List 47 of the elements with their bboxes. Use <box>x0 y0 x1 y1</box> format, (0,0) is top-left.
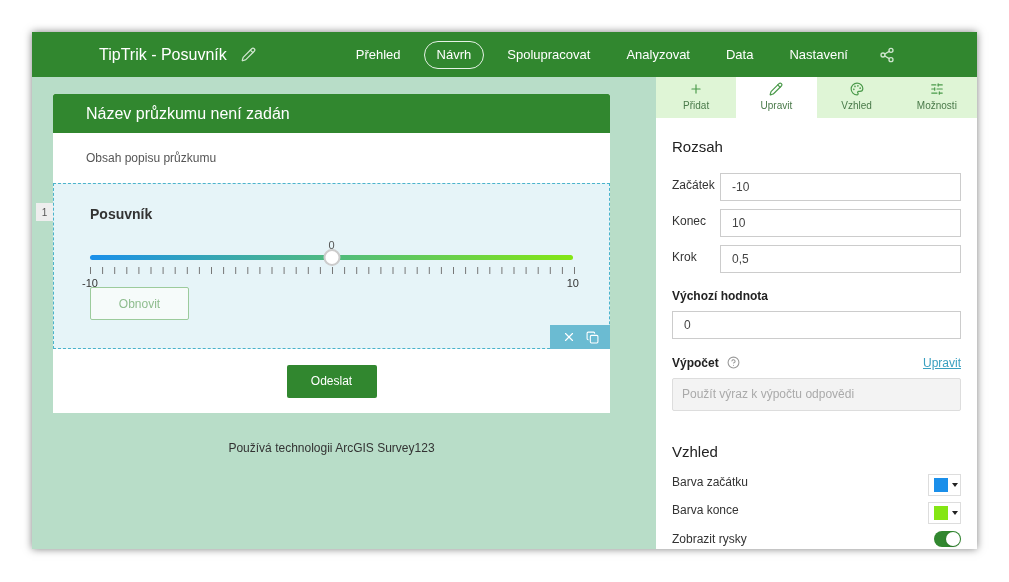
survey-title: Název průzkumu není zadán <box>86 103 290 124</box>
field-label: Výpočet <box>672 354 719 372</box>
input-field[interactable]: 0 <box>672 310 961 339</box>
range-heading: Rozsah <box>672 137 724 157</box>
palette-icon <box>849 82 864 96</box>
pencil-icon <box>769 82 784 96</box>
color-picker[interactable] <box>928 502 961 524</box>
input-field[interactable]: -10 <box>720 172 961 201</box>
panel-tab[interactable]: Vzhled <box>816 77 897 118</box>
footer-text: Používá technologii ArcGIS Survey123 <box>228 440 435 457</box>
field-label: Začátek <box>672 176 716 194</box>
slider-value: 0 <box>328 238 335 253</box>
nav-tab[interactable]: Nastavení <box>776 40 861 69</box>
panel-tab[interactable]: Přidat <box>656 77 737 118</box>
nav-tab[interactable]: Spolupracovat <box>494 40 604 69</box>
question-panel[interactable]: Posuvník 0 -10 10 Obnovit <box>53 183 610 349</box>
share-icon[interactable] <box>879 46 895 63</box>
caret-icon <box>952 483 958 487</box>
toggle-switch[interactable] <box>934 531 961 547</box>
question-number: 1 <box>36 203 53 221</box>
input-field[interactable]: 0,5 <box>720 244 961 273</box>
question-label: Posuvník <box>90 205 154 224</box>
appearance-heading: Vzhled <box>672 441 719 462</box>
survey-description: Obsah popisu průzkumu <box>86 150 217 167</box>
slider-thumb[interactable] <box>323 249 340 266</box>
color-picker[interactable] <box>928 474 961 496</box>
field-label: Barva konce <box>672 502 739 519</box>
slider-max-label: 10 <box>566 276 579 291</box>
input-field[interactable]: 10 <box>720 208 961 237</box>
app-title: TipTrik - Posuvník <box>99 44 227 65</box>
field-label: Konec <box>672 212 708 230</box>
copy-icon[interactable] <box>585 330 599 344</box>
nav-tab[interactable]: Přehled <box>342 40 414 69</box>
submit-button[interactable]: Odeslat <box>286 364 377 398</box>
field-label: Zobrazit rysky <box>672 531 747 548</box>
sliders-icon <box>929 82 944 96</box>
caret-icon <box>952 511 958 515</box>
nav-tab[interactable]: Data <box>713 40 767 69</box>
field-label: Barva začátku <box>672 474 749 491</box>
edit-icon[interactable] <box>240 47 256 62</box>
field-label: Krok <box>672 248 698 266</box>
edit-link[interactable]: Upravit <box>923 353 961 372</box>
panel-tab[interactable]: Možnosti <box>896 77 977 118</box>
plus-icon <box>689 82 704 96</box>
field-label: Výchozí hodnota <box>672 287 769 305</box>
nav-tab[interactable]: Analyzovat <box>613 40 703 69</box>
help-icon[interactable] <box>726 356 740 369</box>
